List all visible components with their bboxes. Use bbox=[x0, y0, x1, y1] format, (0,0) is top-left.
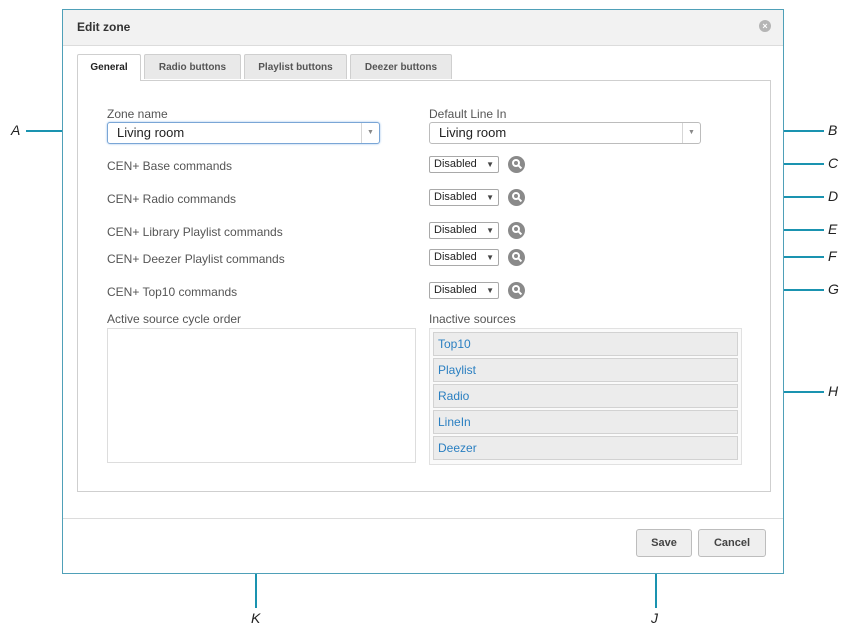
source-item-radio[interactable]: Radio bbox=[433, 384, 738, 408]
command-select-deezer-playlist[interactable]: Disabled ▼ bbox=[429, 249, 499, 266]
command-value-top10: Disabled bbox=[434, 284, 477, 296]
command-label-base: CEN+ Base commands bbox=[107, 159, 233, 173]
chevron-down-icon: ▼ bbox=[486, 286, 494, 295]
button-bar-divider bbox=[63, 518, 783, 519]
default-line-in-value: Living room bbox=[439, 125, 507, 140]
callout-letter-j: J bbox=[651, 610, 658, 626]
chevron-down-icon: ▼ bbox=[361, 123, 379, 143]
command-value-radio: Disabled bbox=[434, 191, 477, 203]
command-label-deezer-playlist: CEN+ Deezer Playlist commands bbox=[107, 252, 285, 266]
search-icon[interactable] bbox=[508, 249, 525, 266]
search-icon[interactable] bbox=[508, 156, 525, 173]
callout-letter-c: C bbox=[828, 155, 839, 171]
inactive-sources-label: Inactive sources bbox=[429, 312, 516, 326]
cancel-button[interactable]: Cancel bbox=[698, 529, 766, 557]
callout-letter-g: G bbox=[828, 281, 839, 297]
edit-zone-dialog: Edit zone × General Radio buttons Playli… bbox=[62, 9, 784, 574]
source-item-playlist[interactable]: Playlist bbox=[433, 358, 738, 382]
callout-letter-e: E bbox=[828, 221, 838, 237]
tab-general[interactable]: General bbox=[77, 54, 141, 81]
inactive-sources-list: Top10 Playlist Radio LineIn Deezer bbox=[429, 328, 742, 465]
tab-deezer-buttons[interactable]: Deezer buttons bbox=[350, 54, 452, 79]
callout-letter-a: A bbox=[11, 122, 21, 138]
chevron-down-icon: ▼ bbox=[486, 253, 494, 262]
callout-letter-h: H bbox=[828, 383, 839, 399]
active-sources-label: Active source cycle order bbox=[107, 312, 242, 326]
chevron-down-icon: ▼ bbox=[486, 226, 494, 235]
close-icon[interactable]: × bbox=[759, 20, 771, 32]
save-button[interactable]: Save bbox=[636, 529, 692, 557]
search-icon[interactable] bbox=[508, 282, 525, 299]
default-line-in-select[interactable]: Living room ▼ bbox=[429, 122, 701, 144]
zone-name-label: Zone name bbox=[107, 107, 168, 121]
command-value-deezer-playlist: Disabled bbox=[434, 251, 477, 263]
command-select-top10[interactable]: Disabled ▼ bbox=[429, 282, 499, 299]
command-value-library-playlist: Disabled bbox=[434, 224, 477, 236]
command-select-library-playlist[interactable]: Disabled ▼ bbox=[429, 222, 499, 239]
command-label-radio: CEN+ Radio commands bbox=[107, 192, 237, 206]
callout-letter-k: K bbox=[251, 610, 261, 626]
tab-radio-buttons[interactable]: Radio buttons bbox=[144, 54, 241, 79]
zone-name-value: Living room bbox=[117, 125, 185, 140]
source-item-top10[interactable]: Top10 bbox=[433, 332, 738, 356]
chevron-down-icon: ▼ bbox=[682, 123, 700, 143]
command-value-base: Disabled bbox=[434, 158, 477, 170]
active-sources-list[interactable] bbox=[107, 328, 416, 463]
tab-playlist-buttons[interactable]: Playlist buttons bbox=[244, 54, 347, 79]
chevron-down-icon: ▼ bbox=[486, 193, 494, 202]
source-item-linein[interactable]: LineIn bbox=[433, 410, 738, 434]
search-icon[interactable] bbox=[508, 189, 525, 206]
chevron-down-icon: ▼ bbox=[486, 160, 494, 169]
command-label-top10: CEN+ Top10 commands bbox=[107, 285, 238, 299]
source-item-deezer[interactable]: Deezer bbox=[433, 436, 738, 460]
callout-letter-d: D bbox=[828, 188, 839, 204]
zone-name-select[interactable]: Living room ▼ bbox=[107, 122, 380, 144]
callout-letter-b: B bbox=[828, 122, 838, 138]
search-icon[interactable] bbox=[508, 222, 525, 239]
command-label-library-playlist: CEN+ Library Playlist commands bbox=[107, 225, 283, 239]
callout-letter-f: F bbox=[828, 248, 837, 264]
dialog-titlebar: Edit zone × bbox=[63, 10, 783, 46]
command-select-base[interactable]: Disabled ▼ bbox=[429, 156, 499, 173]
dialog-title: Edit zone bbox=[77, 20, 131, 34]
command-select-radio[interactable]: Disabled ▼ bbox=[429, 189, 499, 206]
default-line-in-label: Default Line In bbox=[429, 107, 507, 121]
